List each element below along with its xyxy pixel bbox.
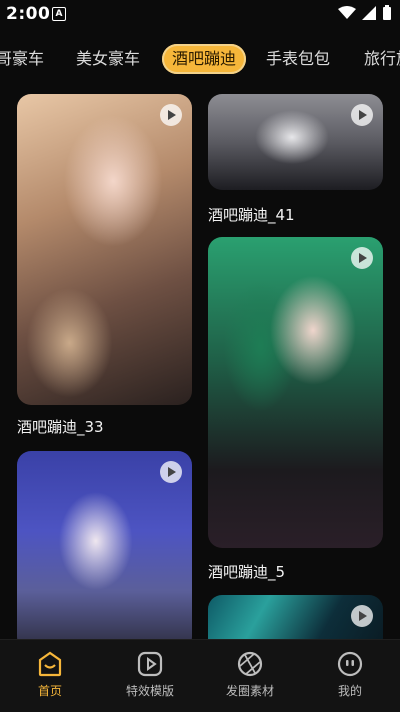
tab-1[interactable]: 哥豪车 xyxy=(0,44,44,74)
tab-5[interactable]: 旅行旅 xyxy=(364,44,400,74)
nav-home[interactable]: 首页 xyxy=(10,650,90,699)
card-title: 酒吧蹦迪_33 xyxy=(17,418,104,436)
signal-icon xyxy=(362,6,376,20)
battery-icon xyxy=(383,5,391,20)
play-icon[interactable] xyxy=(351,605,373,627)
nav-profile[interactable]: 我的 xyxy=(310,650,390,699)
nav-label: 我的 xyxy=(337,684,362,698)
play-icon[interactable] xyxy=(160,104,182,126)
status-icons xyxy=(338,5,392,21)
play-icon xyxy=(137,651,163,677)
profile-icon xyxy=(337,651,363,677)
category-tabs: 哥豪车 美女豪车 酒吧蹦迪 手表包包 旅行旅 xyxy=(0,40,400,78)
video-card[interactable] xyxy=(17,94,192,405)
video-card[interactable] xyxy=(208,237,383,548)
home-icon xyxy=(38,651,62,677)
tab-4[interactable]: 手表包包 xyxy=(266,44,330,74)
tab-2[interactable]: 美女豪车 xyxy=(76,44,140,74)
nav-effects[interactable]: 特效模版 xyxy=(110,650,190,699)
nav-label: 特效模版 xyxy=(125,684,174,698)
status-time: 2:00 xyxy=(6,4,51,24)
tab-3-active[interactable]: 酒吧蹦迪 xyxy=(162,44,247,74)
notification-icon: A xyxy=(52,7,66,21)
card-title: 酒吧蹦迪_5 xyxy=(208,563,286,581)
play-icon[interactable] xyxy=(160,461,182,483)
aperture-icon xyxy=(237,651,263,677)
nav-label: 发圈素材 xyxy=(225,684,274,698)
play-icon[interactable] xyxy=(351,104,373,126)
video-card[interactable] xyxy=(208,94,383,190)
nav-moments[interactable]: 发圈素材 xyxy=(210,650,290,699)
nav-label: 首页 xyxy=(37,684,62,698)
card-title: 酒吧蹦迪_41 xyxy=(208,206,295,224)
video-card[interactable] xyxy=(17,451,192,651)
status-bar: 2:00 A xyxy=(0,0,400,28)
wifi-icon xyxy=(338,6,356,19)
bottom-nav: 首页 特效模版 发圈素材 我的 xyxy=(0,639,400,712)
play-icon[interactable] xyxy=(351,247,373,269)
